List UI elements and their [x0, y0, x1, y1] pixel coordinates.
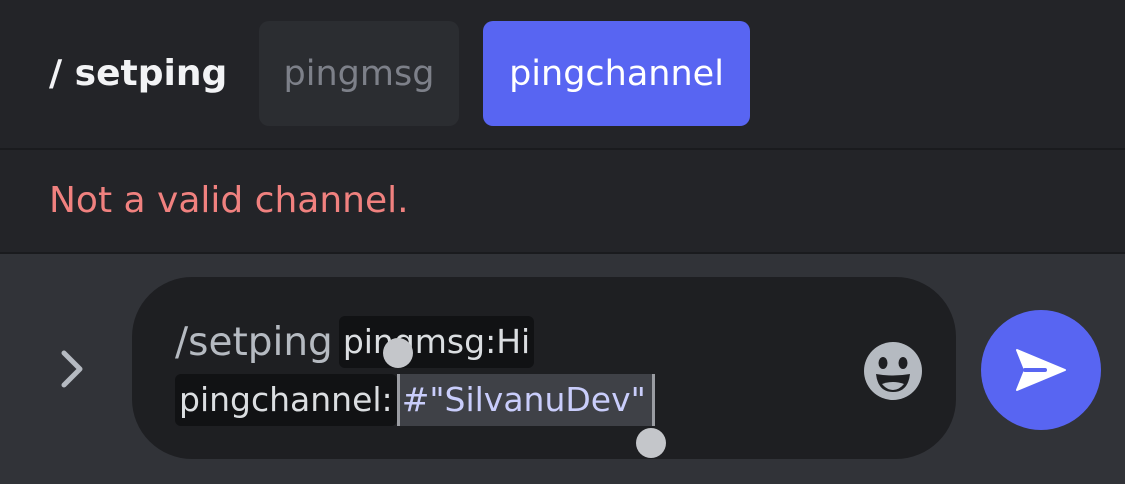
option-pingchannel[interactable]: pingchannel	[483, 21, 750, 126]
smiley-icon[interactable]	[862, 340, 924, 402]
selection-handle-end[interactable]	[636, 428, 666, 458]
option-chip-pingmsg[interactable]: pingmsg:Hi	[338, 316, 535, 368]
command-text: /setping	[175, 319, 333, 365]
error-banner: Not a valid channel.	[0, 150, 1125, 254]
input-line-1: /setping pingmsg:Hi	[175, 315, 535, 369]
option-pingmsg[interactable]: pingmsg	[259, 21, 459, 126]
option-chip-pingchannel[interactable]: pingchannel:	[175, 374, 397, 426]
input-line-2: pingchannel: #"SilvanuDev"	[175, 373, 655, 427]
send-icon	[1016, 349, 1066, 391]
selection-handle-start[interactable]	[383, 338, 413, 368]
command-name: / setping	[49, 53, 228, 94]
send-button[interactable]	[981, 310, 1101, 430]
chevron-right-icon[interactable]	[52, 346, 92, 392]
selected-channel-value[interactable]: #"SilvanuDev"	[396, 374, 655, 426]
command-option-bar: / setping pingmsg pingchannel	[0, 0, 1125, 150]
error-message: Not a valid channel.	[49, 180, 409, 221]
